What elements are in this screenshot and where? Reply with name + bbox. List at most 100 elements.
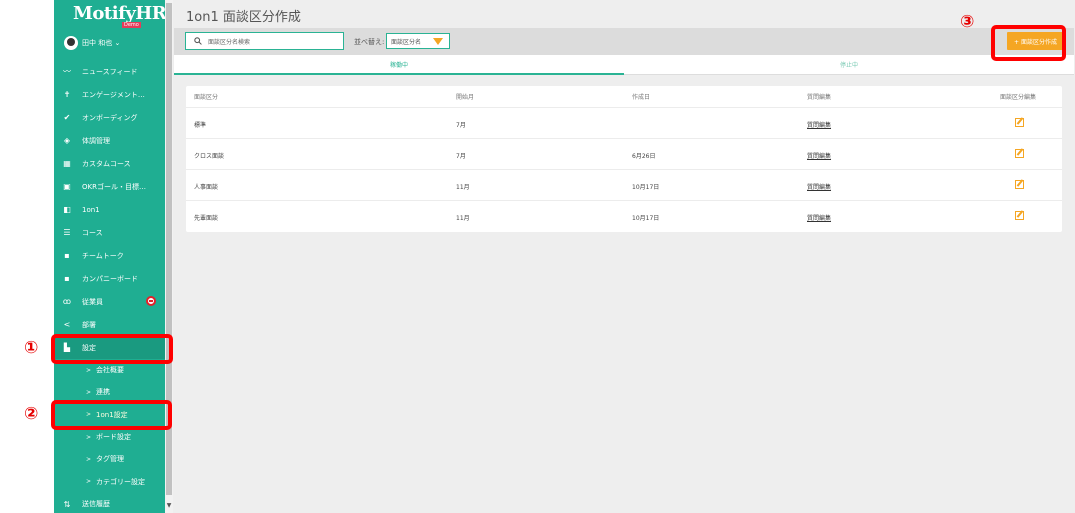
sort-select[interactable]: 面談区分名 bbox=[386, 33, 450, 49]
status-tabs: 稼働中 停止中 bbox=[174, 55, 1074, 75]
chat-icon: ▪ bbox=[64, 251, 70, 260]
question-edit-link[interactable]: 質問編集 bbox=[807, 120, 831, 129]
cell-start-month: 7月 bbox=[456, 153, 466, 160]
cell-category: 先輩面談 bbox=[194, 215, 219, 222]
copy-icon: ▣ bbox=[63, 182, 71, 191]
cell-start-month: 11月 bbox=[456, 215, 470, 222]
annotation-number-2: ② bbox=[24, 404, 39, 424]
sidebar-item-history[interactable]: ⇅ 送信履歴 bbox=[54, 493, 165, 513]
sidebar-item-label: 部署 bbox=[82, 320, 96, 329]
cell-start-month: 11月 bbox=[456, 184, 470, 191]
mail-badge-icon[interactable] bbox=[146, 296, 156, 306]
cell-created: 6月26日 bbox=[632, 153, 656, 160]
sidebar-subitem-label: ボード設定 bbox=[96, 433, 132, 442]
question-edit-link[interactable]: 質問編集 bbox=[807, 213, 831, 222]
search-placeholder: 面談区分名検索 bbox=[208, 38, 251, 46]
chevron-right-icon: > bbox=[86, 388, 92, 396]
forum-icon: ▪ bbox=[64, 274, 70, 283]
cell-created: 10月17日 bbox=[632, 215, 660, 222]
annotation-box-create bbox=[991, 25, 1066, 61]
sidebar-item-label: OKRゴール・目標… bbox=[82, 182, 146, 191]
cell-category: 標準 bbox=[194, 122, 207, 129]
table-row: 標準 7月 質問編集 bbox=[186, 107, 1062, 138]
avatar bbox=[64, 36, 78, 50]
sidebar-item-label: コース bbox=[82, 228, 103, 237]
list-icon: ☰ bbox=[63, 228, 71, 237]
user-menu[interactable]: 田中 和也 ⌄ bbox=[64, 36, 120, 50]
sort-label: 並べ替え: bbox=[354, 38, 385, 46]
screen: MotifyHR Demo 田中 和也 ⌄ 〰 ニュースフィード ✝ エンゲージ… bbox=[0, 0, 1075, 513]
app-logo[interactable]: MotifyHR bbox=[73, 3, 165, 24]
sidebar-subitem-label: 連携 bbox=[96, 388, 111, 397]
user-name: 田中 和也 ⌄ bbox=[82, 39, 121, 47]
column-header: 質問編集 bbox=[807, 94, 832, 101]
sidebar-item-employees[interactable]: ꝏ 従業員 bbox=[54, 290, 165, 313]
trend-icon: 〰 bbox=[63, 67, 71, 76]
sidebar-subitem-tags[interactable]: > タグ管理 bbox=[54, 448, 165, 470]
person-icon: ✝ bbox=[63, 90, 71, 99]
sidebar-item-label: 従業員 bbox=[82, 297, 103, 306]
tab-active[interactable]: 稼働中 bbox=[174, 55, 624, 75]
column-header: 面談区分 bbox=[194, 94, 219, 101]
scroll-down-arrow-icon[interactable]: ▼ bbox=[166, 502, 172, 510]
map-icon: ◧ bbox=[63, 205, 71, 214]
table-row: クロス面談 7月 6月26日 質問編集 bbox=[186, 138, 1062, 169]
sidebar-item-course[interactable]: ☰ コース bbox=[54, 221, 165, 244]
sidebar-item-team-talk[interactable]: ▪ チームトーク bbox=[54, 244, 165, 267]
sidebar: MotifyHR Demo 田中 和也 ⌄ 〰 ニュースフィード ✝ エンゲージ… bbox=[54, 0, 165, 513]
chevron-right-icon: > bbox=[86, 455, 92, 463]
caret-down-icon bbox=[433, 38, 443, 45]
cell-category: 人事面談 bbox=[194, 184, 219, 191]
cell-category: クロス面談 bbox=[194, 153, 225, 160]
sidebar-item-departments[interactable]: < 部署 bbox=[54, 313, 165, 336]
sidebar-item-label: 1on1 bbox=[82, 205, 100, 214]
cell-start-month: 7月 bbox=[456, 122, 466, 129]
chevron-right-icon: > bbox=[86, 478, 92, 486]
page-title: 1on1 面談区分作成 bbox=[186, 10, 301, 25]
annotation-box-1on1-settings bbox=[51, 400, 172, 430]
chevron-right-icon: > bbox=[86, 433, 92, 441]
edit-icon[interactable] bbox=[1015, 149, 1024, 158]
logo-demo-badge: Demo bbox=[122, 22, 141, 28]
sidebar-item-label: エンゲージメント… bbox=[82, 90, 145, 99]
sort-icon: ⇅ bbox=[63, 499, 71, 509]
sidebar-item-custom-course[interactable]: ▦ カスタムコース bbox=[54, 152, 165, 175]
question-edit-link[interactable]: 質問編集 bbox=[807, 182, 831, 191]
sidebar-item-label: チームトーク bbox=[82, 251, 124, 260]
sidebar-item-okr[interactable]: ▣ OKRゴール・目標… bbox=[54, 175, 165, 198]
toolbar: 面談区分名検索 並べ替え: 面談区分名 + 面談区分作成 bbox=[174, 28, 1074, 55]
sidebar-nav: 〰 ニュースフィード ✝ エンゲージメント… ✔ オンボーディング ◈ 体調管理… bbox=[54, 60, 165, 513]
check-circle-icon: ✔ bbox=[63, 113, 71, 122]
column-header: 面談区分編集 bbox=[1000, 94, 1037, 101]
cell-created: 10月17日 bbox=[632, 184, 660, 191]
sidebar-item-newsfeed[interactable]: 〰 ニュースフィード bbox=[54, 60, 165, 83]
sidebar-item-label: カンパニーボード bbox=[82, 274, 138, 283]
sidebar-item-label: 送信履歴 bbox=[82, 500, 110, 509]
sidebar-item-1on1[interactable]: ◧ 1on1 bbox=[54, 198, 165, 221]
sidebar-subitem-label: 会社概要 bbox=[96, 366, 125, 375]
annotation-number-1: ① bbox=[24, 338, 39, 358]
edit-icon[interactable] bbox=[1015, 180, 1024, 189]
sidebar-item-label: ニュースフィード bbox=[82, 67, 138, 76]
edit-icon[interactable] bbox=[1015, 211, 1024, 220]
sidebar-item-engagement[interactable]: ✝ エンゲージメント… bbox=[54, 83, 165, 106]
column-header: 開始月 bbox=[456, 94, 475, 101]
table-row: 人事面談 11月 10月17日 質問編集 bbox=[186, 169, 1062, 200]
sidebar-item-health[interactable]: ◈ 体調管理 bbox=[54, 129, 165, 152]
column-header: 作成日 bbox=[632, 94, 651, 101]
sidebar-item-company-board[interactable]: ▪ カンパニーボード bbox=[54, 267, 165, 290]
edit-icon[interactable] bbox=[1015, 118, 1024, 127]
people-icon: ꝏ bbox=[62, 297, 72, 306]
table-row: 先輩面談 11月 10月17日 質問編集 bbox=[186, 200, 1062, 231]
search-input[interactable]: 面談区分名検索 bbox=[185, 32, 344, 50]
grid-icon: ▦ bbox=[63, 159, 71, 168]
sidebar-subitem-label: カテゴリー設定 bbox=[96, 477, 146, 486]
question-edit-link[interactable]: 質問編集 bbox=[807, 151, 831, 160]
sidebar-item-label: オンボーディング bbox=[82, 113, 138, 122]
sidebar-item-onboarding[interactable]: ✔ オンボーディング bbox=[54, 106, 165, 129]
annotation-number-3: ③ bbox=[960, 12, 975, 32]
sort-value: 面談区分名 bbox=[391, 38, 422, 46]
sidebar-subitem-categories[interactable]: > カテゴリー設定 bbox=[54, 470, 165, 492]
sidebar-subitem-label: タグ管理 bbox=[96, 455, 125, 464]
category-table: 面談区分 開始月 作成日 質問編集 面談区分編集 標準 7月 質問編集 クロス面… bbox=[186, 86, 1062, 232]
